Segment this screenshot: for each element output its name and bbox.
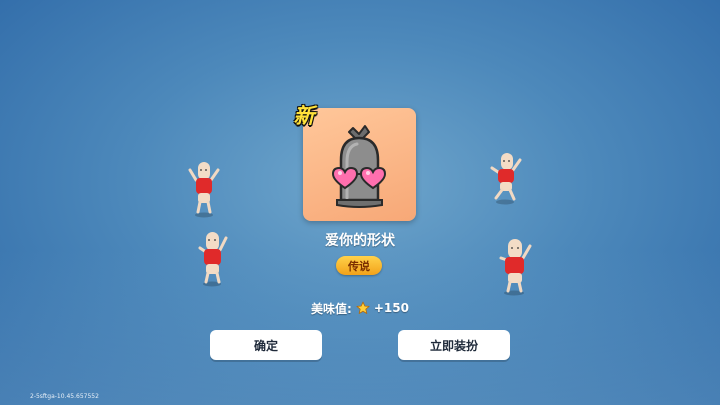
rarity-label: 传说	[348, 259, 370, 273]
rarity-badge: 传说	[336, 256, 382, 275]
item-name: 爱你的形状	[325, 233, 395, 249]
equip-now-button-label: 立即装扮	[429, 338, 478, 353]
taste-value-label: 美味值:	[311, 301, 352, 316]
new-badge: 新	[293, 104, 315, 128]
dancing-character-left-top	[188, 162, 220, 218]
reward-stage: 新 爱你的形状 传说 美味值: +150 确定 立即装扮 2-5sftga-10…	[0, 0, 720, 405]
confirm-button-label: 确定	[253, 338, 278, 353]
taste-value-row: 美味值: +150	[300, 298, 420, 318]
dancing-character-right-bottom	[499, 239, 532, 296]
taste-value-amount: +150	[373, 301, 409, 315]
dancing-character-left-bottom	[198, 232, 228, 287]
star-icon	[356, 301, 370, 314]
confirm-button[interactable]: 确定	[210, 330, 322, 360]
dancing-character-right-top	[490, 153, 522, 205]
equip-now-button[interactable]: 立即装扮	[398, 330, 510, 360]
version-text: 2-5sftga-10.45.657552	[30, 393, 99, 400]
